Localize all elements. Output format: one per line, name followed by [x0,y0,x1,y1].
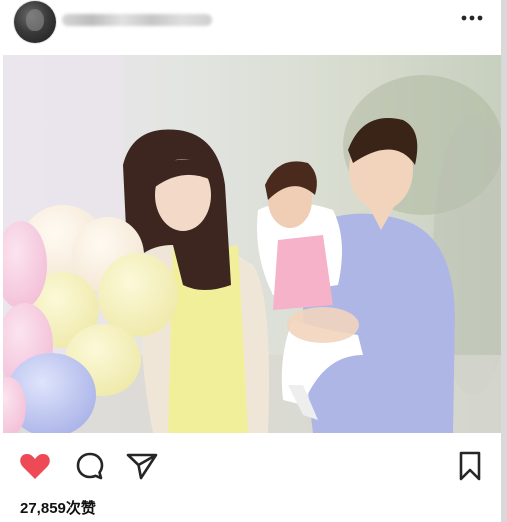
share-button[interactable] [125,450,159,482]
username-blurred[interactable] [62,14,212,26]
post-photo-image [3,55,501,433]
window-edge [501,0,507,522]
comment-button[interactable] [73,450,107,482]
more-horizontal-icon [461,15,483,21]
likes-count[interactable]: 27,859次赞 [20,497,96,518]
post-photo[interactable] [3,55,501,433]
save-button[interactable] [453,450,487,482]
like-button[interactable] [18,450,52,482]
post-header [0,0,501,52]
comment-bubble-icon [76,452,104,480]
heart-filled-icon [20,454,50,479]
bookmark-icon [459,451,481,481]
post-actions-bar [0,440,501,484]
more-options-button[interactable] [458,10,486,26]
paper-plane-icon [126,453,158,480]
user-avatar[interactable] [14,1,56,43]
